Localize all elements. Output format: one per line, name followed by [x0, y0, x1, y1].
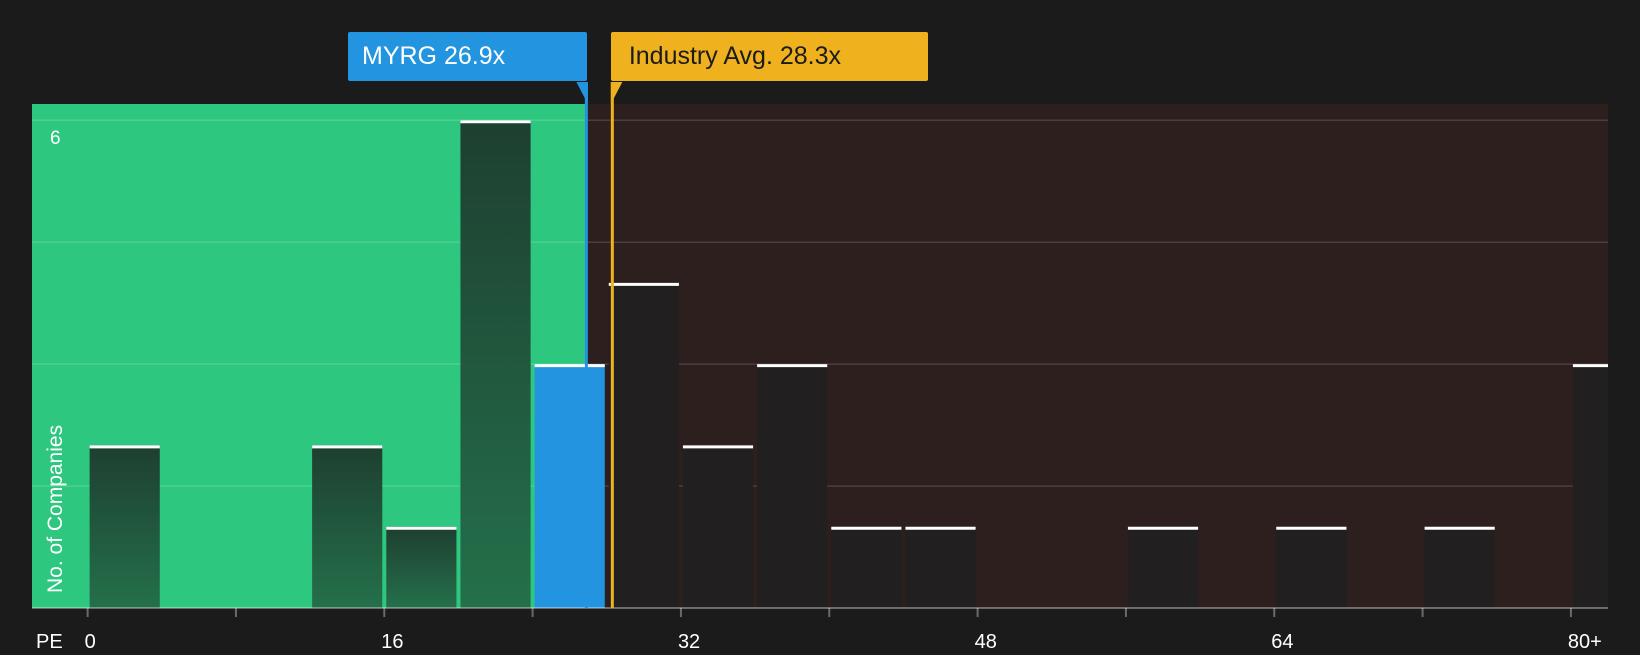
- x-tick-label: 80+: [1568, 631, 1602, 650]
- histogram-bar: [89, 445, 160, 608]
- histogram-bar: [757, 364, 828, 608]
- y-axis-label: No. of Companies: [44, 425, 67, 593]
- histogram-bar: [534, 364, 605, 608]
- histogram-bar: [312, 445, 383, 608]
- y-tick-label: 6: [50, 128, 61, 149]
- histogram-bar: [386, 526, 457, 608]
- histogram-bar: [905, 526, 976, 608]
- histogram-bar: [682, 445, 754, 608]
- histogram-bar: [608, 282, 679, 608]
- x-axis-label: PE: [36, 631, 63, 650]
- histogram-bar: [1572, 364, 1608, 608]
- histogram-bar: [1276, 526, 1347, 608]
- histogram-bar: [831, 526, 902, 608]
- company-pe-flag: MYRG 26.9x: [348, 32, 588, 81]
- histogram-bar: [460, 120, 531, 609]
- x-tick-label: 0: [85, 631, 96, 650]
- histogram-svg: 0 16 32 48 64 80+ PE 6 No. of Companies: [32, 82, 1608, 653]
- x-tick-label: 64: [1271, 631, 1293, 650]
- histogram-bar: [1127, 526, 1199, 608]
- industry-flag-pointer: [610, 82, 623, 104]
- company-flag-pointer: [576, 82, 588, 104]
- x-tick-label: 16: [381, 631, 403, 650]
- histogram-bar: [1424, 526, 1495, 608]
- x-tick-label: 48: [975, 631, 997, 650]
- x-tick-label: 32: [678, 631, 700, 650]
- pe-distribution-chart: 0 16 32 48 64 80+ PE 6 No. of Companies: [0, 0, 1640, 653]
- industry-average-flag: Industry Avg. 28.3x: [610, 32, 928, 81]
